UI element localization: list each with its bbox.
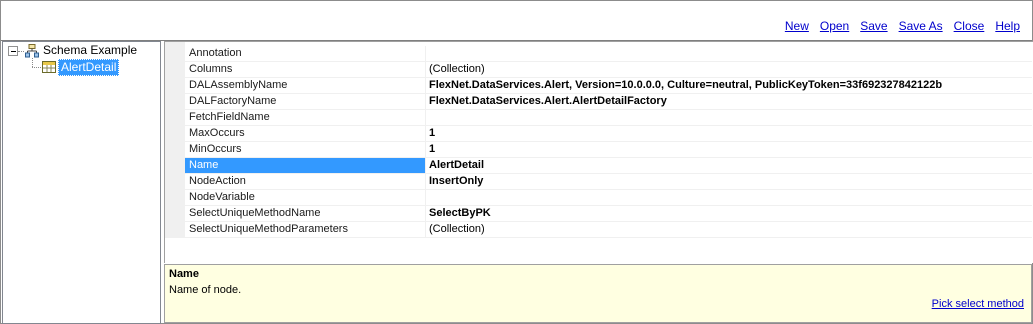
tree-node-root[interactable]: Schema Example bbox=[3, 43, 158, 59]
property-value[interactable]: 1 bbox=[426, 142, 1032, 158]
property-value[interactable]: (Collection) bbox=[426, 62, 1032, 78]
property-row[interactable]: SelectUniqueMethodName SelectByPK bbox=[185, 206, 1033, 222]
tree-connector bbox=[32, 67, 41, 68]
property-name[interactable]: NodeAction bbox=[185, 174, 426, 190]
property-value[interactable]: AlertDetail bbox=[426, 158, 1032, 174]
property-name[interactable]: DALFactoryName bbox=[185, 94, 426, 110]
help-link[interactable]: Help bbox=[995, 19, 1020, 33]
property-name[interactable]: SelectUniqueMethodName bbox=[185, 206, 426, 222]
schema-icon bbox=[25, 44, 39, 58]
property-row[interactable]: Annotation bbox=[185, 46, 1033, 62]
toolbar-links: New Open Save Save As Close Help bbox=[774, 19, 1020, 33]
app-window: New Open Save Save As Close Help Schema Examp… bbox=[0, 0, 1033, 324]
grid-margin bbox=[165, 42, 185, 238]
property-value[interactable]: SelectByPK bbox=[426, 206, 1032, 222]
tree-child-label[interactable]: AlertDetail bbox=[58, 59, 120, 76]
property-row[interactable]: FetchFieldName bbox=[185, 110, 1033, 126]
property-name[interactable]: Annotation bbox=[185, 46, 426, 62]
property-value[interactable] bbox=[426, 46, 1032, 62]
property-name[interactable]: NodeVariable bbox=[185, 190, 426, 206]
property-grid[interactable]: Annotation Columns (Collection) DALAssem… bbox=[164, 41, 1033, 263]
property-value[interactable]: FlexNet.DataServices.Alert.AlertDetailFa… bbox=[426, 94, 1032, 110]
property-name[interactable]: Name bbox=[185, 158, 426, 174]
property-value[interactable] bbox=[426, 190, 1032, 206]
save-link[interactable]: Save bbox=[860, 19, 887, 33]
property-name[interactable]: MaxOccurs bbox=[185, 126, 426, 142]
tree-connector bbox=[18, 51, 24, 52]
tree-root-label[interactable]: Schema Example bbox=[41, 43, 139, 58]
property-row[interactable]: DALFactoryName FlexNet.DataServices.Aler… bbox=[185, 94, 1033, 110]
property-value[interactable]: InsertOnly bbox=[426, 174, 1032, 190]
property-name[interactable]: Columns bbox=[185, 62, 426, 78]
property-name[interactable]: FetchFieldName bbox=[185, 110, 426, 126]
property-name[interactable]: SelectUniqueMethodParameters bbox=[185, 222, 426, 238]
schema-tree[interactable]: Schema Example AlertDetail bbox=[2, 41, 161, 324]
new-link[interactable]: New bbox=[785, 19, 809, 33]
property-row[interactable]: Columns (Collection) bbox=[185, 62, 1033, 78]
property-name[interactable]: DALAssemblyName bbox=[185, 78, 426, 94]
table-icon bbox=[42, 61, 56, 73]
collapse-icon[interactable] bbox=[8, 46, 18, 56]
grid-empty-area bbox=[165, 238, 1033, 263]
close-link[interactable]: Close bbox=[954, 19, 985, 33]
property-row[interactable]: MaxOccurs 1 bbox=[185, 126, 1033, 142]
description-text: Name of node. bbox=[169, 284, 242, 296]
tree-node-alertdetail[interactable]: AlertDetail bbox=[3, 59, 158, 76]
property-value[interactable]: FlexNet.DataServices.Alert, Version=10.0… bbox=[426, 78, 1032, 94]
description-title: Name bbox=[169, 268, 199, 280]
property-row[interactable]: MinOccurs 1 bbox=[185, 142, 1033, 158]
toolbar: New Open Save Save As Close Help bbox=[1, 1, 1032, 41]
description-panel: Name Name of node. Pick select method bbox=[164, 264, 1032, 323]
save-as-link[interactable]: Save As bbox=[899, 19, 943, 33]
property-value[interactable] bbox=[426, 110, 1032, 126]
property-value[interactable]: (Collection) bbox=[426, 222, 1032, 238]
property-row[interactable]: SelectUniqueMethodParameters (Collection… bbox=[185, 222, 1033, 238]
open-link[interactable]: Open bbox=[820, 19, 849, 33]
property-row-selected[interactable]: Name AlertDetail bbox=[185, 158, 1033, 174]
property-row[interactable]: NodeVariable bbox=[185, 190, 1033, 206]
property-row[interactable]: DALAssemblyName FlexNet.DataServices.Ale… bbox=[185, 78, 1033, 94]
property-row[interactable]: NodeAction InsertOnly bbox=[185, 174, 1033, 190]
pick-select-method-link[interactable]: Pick select method bbox=[932, 298, 1024, 310]
property-name[interactable]: MinOccurs bbox=[185, 142, 426, 158]
property-value[interactable]: 1 bbox=[426, 126, 1032, 142]
